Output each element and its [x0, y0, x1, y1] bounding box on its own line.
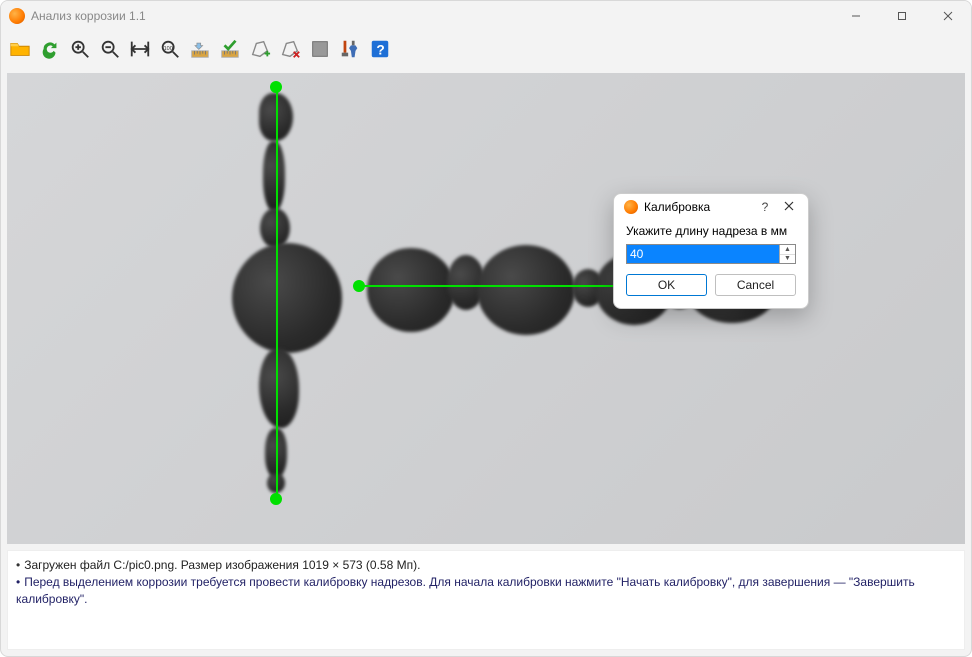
gray-preview-button[interactable] [305, 34, 335, 64]
calibrate-start-button[interactable] [185, 34, 215, 64]
app-title: Анализ коррозии 1.1 [31, 9, 146, 23]
titlebar: Анализ коррозии 1.1 [1, 1, 971, 31]
spin-buttons: ▲ ▼ [779, 245, 795, 263]
region-remove-button[interactable] [275, 34, 305, 64]
dialog-title: Калибровка [644, 200, 710, 214]
log-entry: •Загружен файл C:/pic0.png. Размер изобр… [16, 557, 956, 574]
dialog-prompt: Укажите длину надреза в мм [626, 224, 796, 238]
dialog-close-button[interactable] [780, 200, 798, 214]
length-spinbox[interactable]: 40 ▲ ▼ [626, 244, 796, 264]
app-window: Анализ коррозии 1.1 100 [0, 0, 972, 657]
refresh-button[interactable] [35, 34, 65, 64]
svg-text:?: ? [376, 43, 384, 58]
dialog-cancel-button[interactable]: Cancel [715, 274, 796, 296]
dialog-icon [624, 200, 638, 214]
help-button[interactable]: ? [365, 34, 395, 64]
dialog-titlebar: Калибровка ? [614, 194, 808, 218]
dialog-help-button[interactable]: ? [756, 200, 774, 214]
window-maximize-button[interactable] [879, 1, 925, 31]
toolbar: 100 ? [1, 31, 971, 67]
spin-up-button[interactable]: ▲ [780, 245, 795, 255]
window-close-button[interactable] [925, 1, 971, 31]
spin-down-button[interactable]: ▼ [780, 255, 795, 264]
image-viewport-container: Калибровка ? Укажите длину надреза в мм … [7, 73, 965, 544]
log-panel: •Загружен файл C:/pic0.png. Размер изобр… [7, 550, 965, 650]
settings-button[interactable] [335, 34, 365, 64]
length-value[interactable]: 40 [627, 245, 779, 263]
calibration-dialog: Калибровка ? Укажите длину надреза в мм … [613, 193, 809, 309]
svg-text:100: 100 [164, 46, 173, 52]
region-add-button[interactable] [245, 34, 275, 64]
fit-width-button[interactable] [125, 34, 155, 64]
calibrate-accept-button[interactable] [215, 34, 245, 64]
app-icon [9, 8, 25, 24]
window-minimize-button[interactable] [833, 1, 879, 31]
log-entry: •Перед выделением коррозии требуется про… [16, 574, 956, 608]
zoom-out-button[interactable] [95, 34, 125, 64]
open-folder-button[interactable] [5, 34, 35, 64]
zoom-100-button[interactable]: 100 [155, 34, 185, 64]
zoom-in-button[interactable] [65, 34, 95, 64]
dialog-ok-button[interactable]: OK [626, 274, 707, 296]
image-viewport[interactable]: Калибровка ? Укажите длину надреза в мм … [7, 73, 965, 544]
